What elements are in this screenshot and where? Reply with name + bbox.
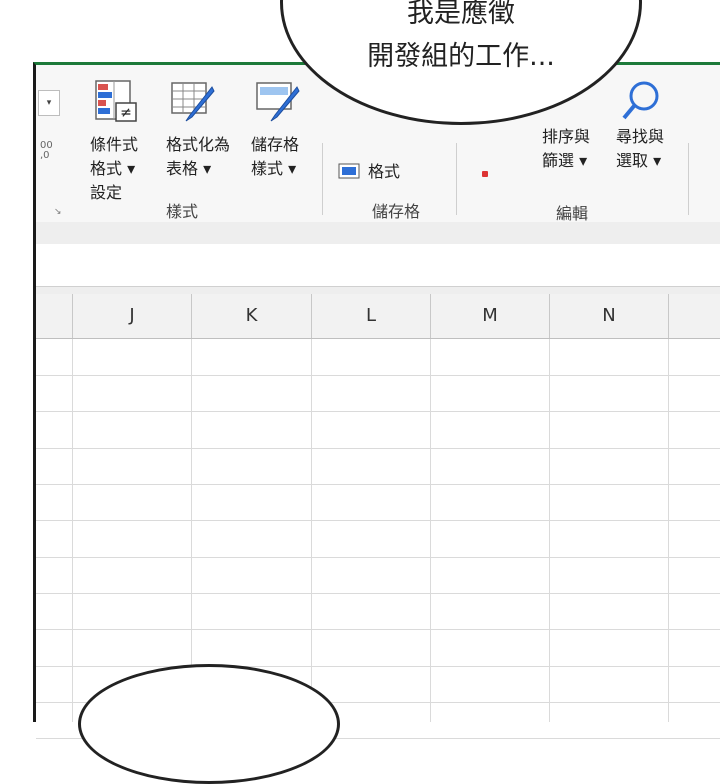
grid-line bbox=[311, 339, 312, 722]
ribbon-gap bbox=[36, 222, 720, 244]
styles-group-label: 樣式 bbox=[166, 202, 199, 221]
grid-line bbox=[36, 557, 720, 558]
sort-filter-label: 排序與 篩選 ▾ bbox=[542, 127, 591, 170]
conditional-formatting-label: 條件式 格式 ▾ 設定 bbox=[90, 135, 139, 202]
magnifier-icon bbox=[622, 81, 659, 120]
grid-line bbox=[668, 339, 669, 722]
cell-format-icon bbox=[338, 163, 360, 179]
cell-format-label: 格式 bbox=[368, 162, 401, 181]
sort-filter-button[interactable]: 排序與 篩選 ▾ bbox=[542, 125, 590, 173]
grid-line bbox=[36, 484, 720, 485]
grid-line bbox=[36, 411, 720, 412]
column-header-row: J K L M N bbox=[36, 294, 720, 339]
sort-filter-icon bbox=[482, 171, 488, 177]
column-header-l[interactable]: L bbox=[311, 294, 430, 338]
speech-line-1: 我是應徵 bbox=[407, 0, 515, 29]
speech-line-2: 開發組的工作... bbox=[367, 41, 555, 72]
conditional-formatting-button[interactable]: ≠ 條件式 格式 ▾ 設定 bbox=[90, 77, 142, 205]
decimal-format-stub[interactable]: 00 ,0 bbox=[40, 141, 53, 161]
find-select-label: 尋找與 選取 ▾ bbox=[616, 127, 665, 170]
grid-line bbox=[36, 629, 720, 630]
column-header-o[interactable] bbox=[668, 294, 720, 338]
editing-group-label: 編輯 bbox=[556, 204, 589, 223]
cell-styles-label: 儲存格 樣式 ▾ bbox=[251, 135, 300, 178]
grid-line bbox=[36, 593, 720, 594]
column-header-j[interactable]: J bbox=[72, 294, 191, 338]
grid-line bbox=[549, 339, 550, 722]
cell-styles-icon bbox=[256, 82, 300, 122]
grid-line bbox=[72, 339, 73, 722]
grid-line bbox=[430, 339, 431, 722]
cells-group-label: 儲存格 bbox=[372, 202, 421, 221]
speech-bubble-bottom bbox=[78, 664, 340, 784]
ribbon-divider bbox=[456, 143, 457, 215]
find-select-button[interactable]: 尋找與 選取 ▾ bbox=[616, 125, 664, 173]
column-header-n[interactable]: N bbox=[549, 294, 668, 338]
grid-line bbox=[36, 666, 720, 667]
number-group-launcher-icon[interactable]: ↘ bbox=[54, 207, 62, 217]
column-header-m[interactable]: M bbox=[430, 294, 549, 338]
svg-text:≠: ≠ bbox=[120, 105, 132, 121]
conditional-formatting-icon: ≠ bbox=[95, 80, 137, 122]
cell-grid[interactable] bbox=[36, 339, 720, 739]
speech-bubble-text: 我是應徵 開發組的工作... bbox=[280, 0, 642, 78]
ribbon-divider bbox=[688, 143, 689, 215]
ribbon-divider bbox=[322, 143, 323, 215]
grid-line bbox=[36, 448, 720, 449]
format-as-table-label: 格式化為 表格 ▾ bbox=[166, 135, 231, 178]
column-header-k[interactable]: K bbox=[191, 294, 311, 338]
format-as-table-icon bbox=[171, 82, 215, 122]
grid-line bbox=[36, 375, 720, 376]
formula-gap bbox=[36, 287, 720, 294]
format-as-table-button[interactable]: 格式化為 表格 ▾ bbox=[166, 77, 230, 181]
number-format-dropdown[interactable]: ▾ bbox=[38, 90, 60, 116]
cell-styles-button[interactable]: 儲存格 樣式 ▾ bbox=[251, 77, 303, 181]
grid-line bbox=[36, 520, 720, 521]
decimal-stub-bottom: ,0 bbox=[40, 150, 50, 161]
excel-window: ▾ 00 ,0 ↘ ≠ 條件式 格式 ▾ 設定 格式化為 表格 ▾ 儲存格 樣式… bbox=[33, 62, 720, 739]
formula-bar[interactable] bbox=[36, 244, 720, 287]
cell-format-button[interactable]: 格式 bbox=[338, 158, 400, 182]
